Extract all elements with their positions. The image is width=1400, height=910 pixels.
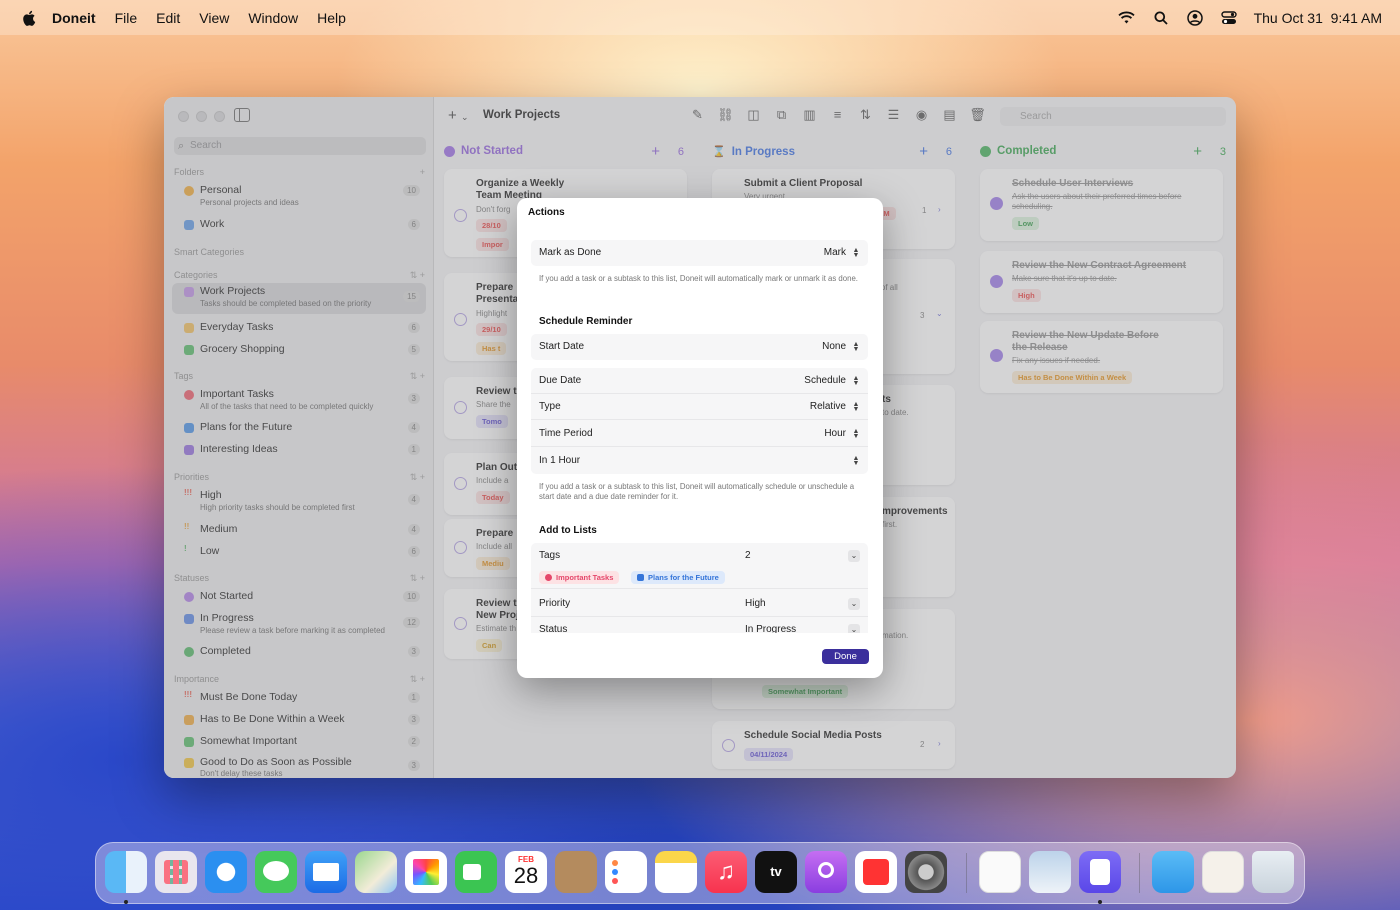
row-label: Status	[539, 624, 568, 633]
menu-bar: Doneit File Edit View Window Help Thu Oc…	[0, 0, 1400, 35]
reminders-icon[interactable]	[605, 851, 647, 893]
apple-icon[interactable]	[20, 9, 38, 27]
control-center-icon[interactable]	[1220, 9, 1238, 27]
chevron-down-icon[interactable]: ⌄	[848, 624, 860, 633]
trash-icon[interactable]	[1252, 851, 1294, 893]
doneit-app-icon[interactable]	[1079, 851, 1121, 893]
dock-separator	[966, 853, 967, 893]
dialog-title: Actions	[528, 207, 565, 218]
stepper-icon[interactable]: ▲ ▼	[852, 247, 860, 259]
row-value: High	[745, 598, 766, 609]
user-account-icon[interactable]	[1186, 9, 1204, 27]
stepper-icon[interactable]: ▲ ▼	[852, 341, 860, 353]
search-icon[interactable]	[1152, 9, 1170, 27]
menu-edit[interactable]: Edit	[156, 10, 180, 26]
mark-as-done-row[interactable]: Mark as Done Mark ▲ ▼	[531, 240, 868, 266]
row-value: In Progress	[745, 624, 797, 633]
news-icon[interactable]	[855, 851, 897, 893]
row-value: Mark	[823, 247, 846, 258]
start-date-row[interactable]: Start Date None ▲ ▼	[531, 334, 868, 360]
documents-stack-icon[interactable]	[1202, 851, 1244, 893]
actions-dialog: Actions Mark as Done Mark ▲ ▼ If you add …	[517, 198, 883, 678]
facetime-icon[interactable]	[455, 851, 497, 893]
podcasts-icon[interactable]	[805, 851, 847, 893]
menu-file[interactable]: File	[115, 10, 138, 26]
tag-pill-important[interactable]: Important Tasks	[539, 571, 620, 584]
due-date-row[interactable]: Due Date Schedule ▲ ▼	[531, 368, 868, 394]
menu-help[interactable]: Help	[317, 10, 346, 26]
time-period-row[interactable]: Time Period Hour ▲ ▼	[531, 421, 868, 447]
maps-icon[interactable]	[355, 851, 397, 893]
row-value: Relative	[809, 401, 846, 412]
tags-row[interactable]: Tags 2 ⌄ Important Tasks Plans for the F…	[531, 543, 868, 589]
menu-window[interactable]: Window	[248, 10, 298, 26]
music-icon[interactable]: ♫	[705, 851, 747, 893]
messages-icon[interactable]	[255, 851, 297, 893]
add-to-lists-header: Add to Lists	[539, 525, 597, 536]
preview-icon[interactable]	[1029, 851, 1071, 893]
stepper-icon[interactable]: ▲ ▼	[852, 428, 860, 440]
launchpad-icon[interactable]	[155, 851, 197, 893]
tag-icon	[545, 574, 552, 581]
contacts-icon[interactable]	[555, 851, 597, 893]
stepper-icon[interactable]: ▲ ▼	[852, 375, 860, 387]
finder-icon[interactable]	[105, 851, 147, 893]
due-date-group: Due Date Schedule ▲ ▼ Type Relative ▲ ▼ Ti…	[531, 368, 868, 474]
schedule-note: If you add a task or a subtask to this l…	[539, 482, 855, 501]
start-date-group: Start Date None ▲ ▼	[531, 334, 868, 360]
priority-row[interactable]: Priority High ⌄	[531, 591, 868, 617]
mail-icon[interactable]	[305, 851, 347, 893]
calendar-icon[interactable]: FEB 28	[505, 851, 547, 893]
menu-view[interactable]: View	[199, 10, 229, 26]
dialog-scroll-area[interactable]: Mark as Done Mark ▲ ▼ If you add a task o…	[517, 228, 883, 633]
row-label: Time Period	[539, 428, 593, 439]
row-value: None	[822, 341, 846, 352]
in-one-hour-row[interactable]: In 1 Hour ▲ ▼	[531, 448, 868, 474]
row-label: Start Date	[539, 341, 585, 352]
mark-as-done-group: Mark as Done Mark ▲ ▼	[531, 240, 868, 266]
type-row[interactable]: Type Relative ▲ ▼	[531, 394, 868, 420]
lists-group: Tags 2 ⌄ Important Tasks Plans for the F…	[531, 543, 868, 633]
row-label: Type	[539, 401, 561, 412]
running-indicator	[1098, 900, 1102, 904]
tv-icon[interactable]: tv	[755, 851, 797, 893]
photos-icon[interactable]	[405, 851, 447, 893]
row-value: Schedule	[804, 375, 846, 386]
stepper-icon[interactable]: ▲ ▼	[852, 401, 860, 413]
row-label: In 1 Hour	[539, 455, 581, 466]
dock-separator	[1139, 853, 1140, 893]
pill-label: Plans for the Future	[648, 573, 719, 582]
status-row[interactable]: Status In Progress ⌄	[531, 617, 868, 633]
pill-label: Important Tasks	[556, 573, 614, 582]
wifi-icon[interactable]	[1118, 9, 1136, 27]
schedule-reminder-header: Schedule Reminder	[539, 316, 633, 327]
menu-datetime[interactable]: Thu Oct 31 9:41 AM	[1254, 10, 1382, 26]
dock: FEB 28 ♫ tv	[95, 842, 1305, 904]
textedit-icon[interactable]	[979, 851, 1021, 893]
row-label: Tags	[539, 550, 561, 561]
menu-app-name[interactable]: Doneit	[52, 10, 96, 26]
row-label: Mark as Done	[539, 247, 602, 258]
mark-note: If you add a task or a subtask to this l…	[539, 274, 858, 283]
chevron-down-icon[interactable]: ⌄	[848, 598, 860, 610]
done-button[interactable]: Done	[822, 649, 869, 664]
system-settings-icon[interactable]	[905, 851, 947, 893]
row-value: Hour	[824, 428, 846, 439]
calendar-day: 28	[513, 863, 539, 888]
notes-icon[interactable]	[655, 851, 697, 893]
stepper-icon[interactable]: ▲ ▼	[852, 455, 860, 467]
safari-icon[interactable]	[205, 851, 247, 893]
downloads-folder-icon[interactable]	[1152, 851, 1194, 893]
row-value: 2	[745, 550, 751, 561]
tag-pill-plans[interactable]: Plans for the Future	[631, 571, 725, 584]
running-indicator	[124, 900, 128, 904]
chevron-down-icon[interactable]: ⌄	[848, 550, 860, 562]
row-label: Due Date	[539, 375, 582, 386]
briefcase-icon	[637, 574, 644, 581]
row-label: Priority	[539, 598, 571, 609]
